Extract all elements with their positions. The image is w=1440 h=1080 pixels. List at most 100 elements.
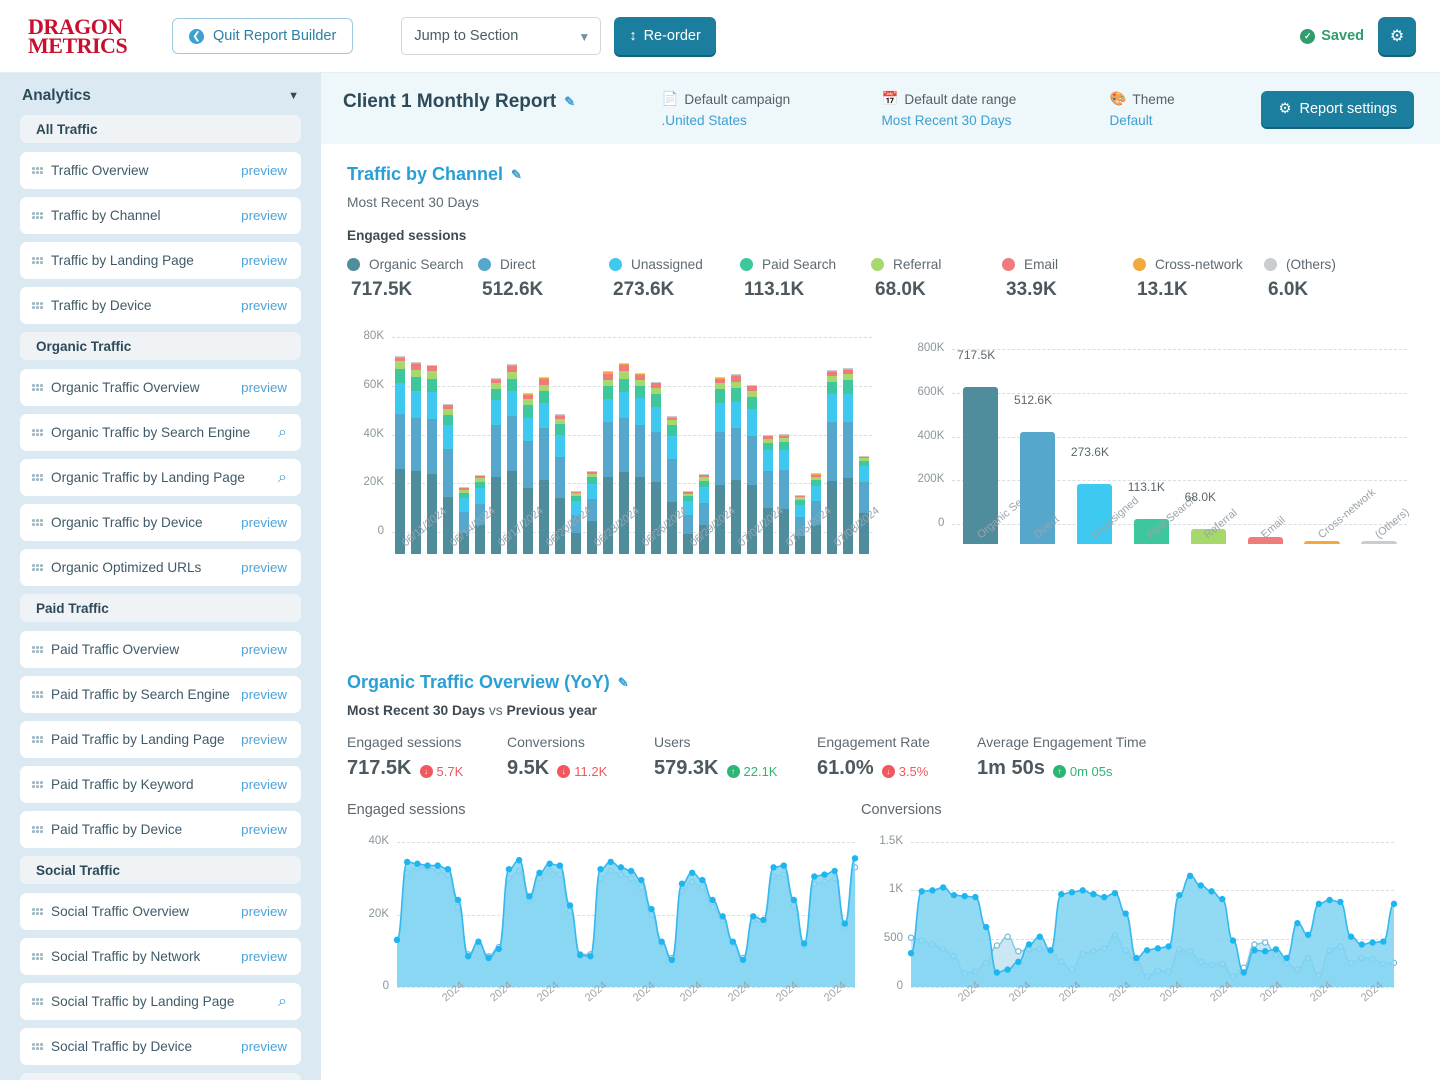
sidebar-item-organic-optimized-urls[interactable]: Organic Optimized URLs preview <box>20 549 301 586</box>
legend-item-head: (Others) <box>1264 257 1395 272</box>
kpi-value-row: 717.5K ↓ 5.7K <box>347 757 507 780</box>
sidebar-item-paid-traffic-by-keyword[interactable]: Paid Traffic by Keyword preview <box>20 766 301 803</box>
drag-handle-icon[interactable] <box>32 384 43 391</box>
sidebar-item-social-traffic-by-landing-page[interactable]: Social Traffic by Landing Page ⌕ <box>20 983 301 1020</box>
search-icon[interactable]: ⌕ <box>278 469 287 487</box>
bar-segment <box>522 440 534 489</box>
bar-segment <box>650 382 662 384</box>
drag-handle-icon[interactable] <box>32 519 43 526</box>
drag-handle-icon[interactable] <box>32 302 43 309</box>
pencil-icon[interactable]: ✎ <box>618 675 629 691</box>
gridline <box>392 385 872 387</box>
arrow-up-icon: ↑ <box>1052 765 1066 778</box>
legend-value: 6.0K <box>1268 279 1309 300</box>
sidebar-item-organic-traffic-by-landing-page[interactable]: Organic Traffic by Landing Page ⌕ <box>20 459 301 496</box>
preview-link[interactable]: preview <box>241 163 287 178</box>
sidebar-header[interactable]: Analytics ▼ <box>20 73 301 115</box>
sidebar[interactable]: Analytics ▼ All Traffic Traffic Overview p… <box>0 73 321 1080</box>
bar-value-label: 113.1K <box>1127 480 1165 495</box>
sidebar-item-traffic-by-channel[interactable]: Traffic by Channel preview <box>20 197 301 234</box>
kpi-delta: ↑ 0m 05s <box>1052 764 1112 779</box>
section-organic-yoy: Organic Traffic Overview (YoY) ✎ Most Re… <box>321 584 1440 1019</box>
legend-item: Organic Search 717.5K <box>347 257 478 301</box>
meta-date-value[interactable]: Most Recent 30 Days <box>881 113 1099 128</box>
bar-segment <box>506 366 518 373</box>
sidebar-item-organic-traffic-by-device[interactable]: Organic Traffic by Device preview <box>20 504 301 541</box>
legend-color-dot <box>609 258 622 271</box>
drag-handle-icon[interactable] <box>32 212 43 219</box>
drag-handle-icon[interactable] <box>32 564 43 571</box>
bar-segment <box>746 396 758 409</box>
sidebar-item-paid-traffic-by-search-engine[interactable]: Paid Traffic by Search Engine preview <box>20 676 301 713</box>
preview-link[interactable]: preview <box>241 732 287 747</box>
drag-handle-icon[interactable] <box>32 257 43 264</box>
drag-handle-icon[interactable] <box>32 167 43 174</box>
preview-link[interactable]: preview <box>241 777 287 792</box>
drag-handle-icon[interactable] <box>32 781 43 788</box>
preview-link[interactable]: preview <box>241 949 287 964</box>
meta-theme-label-row: 🎨 Theme <box>1109 91 1251 107</box>
sidebar-item-social-traffic-by-device[interactable]: Social Traffic by Device preview <box>20 1028 301 1065</box>
preview-link[interactable]: preview <box>241 904 287 919</box>
drag-handle-icon[interactable] <box>32 736 43 743</box>
sidebar-item-traffic-by-device[interactable]: Traffic by Device preview <box>20 287 301 324</box>
bar-segment <box>394 368 406 384</box>
bar-segment <box>490 389 502 401</box>
preview-link[interactable]: preview <box>241 515 287 530</box>
preview-link[interactable]: preview <box>241 208 287 223</box>
drag-handle-icon[interactable] <box>32 691 43 698</box>
legend-item: Cross-network 13.1K <box>1133 257 1264 301</box>
sidebar-item-social-traffic-overview[interactable]: Social Traffic Overview preview <box>20 893 301 930</box>
bar-segment <box>682 491 694 494</box>
preview-link[interactable]: preview <box>241 380 287 395</box>
sidebar-item-paid-traffic-by-device[interactable]: Paid Traffic by Device preview <box>20 811 301 848</box>
preview-link[interactable]: preview <box>241 1039 287 1054</box>
bar-segment <box>634 424 646 478</box>
sidebar-item-organic-traffic-by-search-engine[interactable]: Organic Traffic by Search Engine ⌕ <box>20 414 301 451</box>
status-badge: ✓ Saved <box>1300 28 1364 44</box>
report-settings-button[interactable]: ⚙ Report settings <box>1261 91 1414 127</box>
sidebar-item-paid-traffic-overview[interactable]: Paid Traffic Overview preview <box>20 631 301 668</box>
engaged-sessions-area-chart: 0 20K 40K 2024 2024 2024 2024 2024 2024 2024 2024 2… <box>347 834 867 1019</box>
bar-segment <box>458 487 470 489</box>
sidebar-item-traffic-overview[interactable]: Traffic Overview preview <box>20 152 301 189</box>
bar-segment <box>666 458 678 502</box>
meta-campaign-value[interactable]: .United States <box>661 113 871 128</box>
pencil-icon[interactable]: ✎ <box>564 94 575 110</box>
preview-link[interactable]: preview <box>241 822 287 837</box>
preview-link[interactable]: preview <box>241 687 287 702</box>
drag-handle-icon[interactable] <box>32 474 43 481</box>
legend-value: 512.6K <box>482 279 544 300</box>
bar-segment <box>442 405 454 409</box>
drag-handle-icon[interactable] <box>32 646 43 653</box>
sidebar-item-social-traffic-by-network[interactable]: Social Traffic by Network preview <box>20 938 301 975</box>
bar-segment <box>714 432 726 485</box>
reorder-button[interactable]: ↕ Re-order <box>614 17 716 55</box>
jump-to-section-select[interactable]: Jump to Section ▼ <box>401 17 602 55</box>
drag-handle-icon[interactable] <box>32 429 43 436</box>
drag-handle-icon[interactable] <box>32 953 43 960</box>
drag-handle-icon[interactable] <box>32 1043 43 1050</box>
preview-link[interactable]: preview <box>241 560 287 575</box>
drag-handle-icon[interactable] <box>32 908 43 915</box>
pencil-icon[interactable]: ✎ <box>511 167 522 183</box>
sidebar-item-paid-traffic-by-landing-page[interactable]: Paid Traffic by Landing Page preview <box>20 721 301 758</box>
caret-down-icon[interactable]: ▼ <box>288 90 299 102</box>
jump-to-section-value: Jump to Section <box>401 17 602 55</box>
sidebar-item-label: Social Traffic by Network <box>51 949 201 964</box>
settings-button[interactable]: ⚙ <box>1378 17 1416 55</box>
search-icon[interactable]: ⌕ <box>278 424 287 442</box>
sidebar-item-traffic-by-landing-page[interactable]: Traffic by Landing Page preview <box>20 242 301 279</box>
legend-item-head: Paid Search <box>740 257 871 272</box>
bar-segment <box>666 419 678 425</box>
preview-link[interactable]: preview <box>241 298 287 313</box>
quit-report-builder-button[interactable]: ❮ Quit Report Builder <box>172 18 354 54</box>
bar-segment <box>746 435 758 485</box>
search-icon[interactable]: ⌕ <box>278 993 287 1011</box>
meta-theme-value[interactable]: Default <box>1109 113 1251 128</box>
drag-handle-icon[interactable] <box>32 998 43 1005</box>
drag-handle-icon[interactable] <box>32 826 43 833</box>
preview-link[interactable]: preview <box>241 642 287 657</box>
sidebar-item-organic-traffic-overview[interactable]: Organic Traffic Overview preview <box>20 369 301 406</box>
preview-link[interactable]: preview <box>241 253 287 268</box>
